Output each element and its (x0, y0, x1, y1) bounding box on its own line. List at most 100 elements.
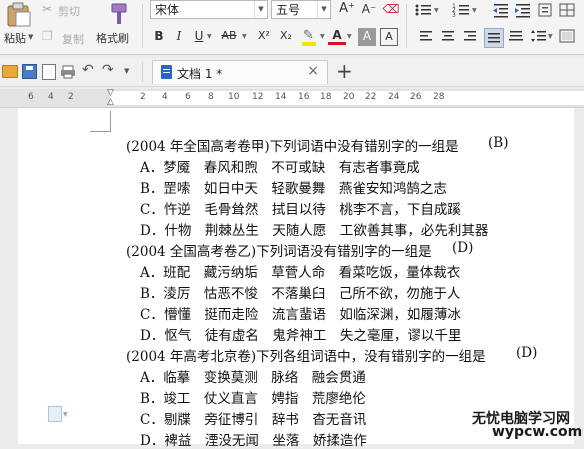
indent-icon (515, 4, 530, 18)
close-icon[interactable]: × (307, 63, 319, 79)
export-pdf-icon[interactable] (42, 64, 56, 80)
document-page[interactable]: (2004 年全国高考卷甲)下列词语中没有错别字的一组是 (B) A．梦魇 春风… (18, 108, 574, 449)
char-shading-button[interactable]: A (358, 28, 376, 46)
folder-icon[interactable] (2, 65, 18, 78)
tab-title: 文档 1 * (177, 67, 223, 81)
format-painter-label: 格式刷 (96, 32, 129, 45)
chevron-down-icon: ▼ (434, 7, 439, 14)
show-hide-button[interactable] (558, 2, 580, 18)
copy-label: 复制 (62, 33, 84, 46)
shrink-font-button[interactable]: A⁻ (360, 1, 378, 19)
redo-icon[interactable]: ↷ (102, 62, 114, 78)
align-center-button[interactable] (440, 28, 458, 46)
customize-toolbar-icon[interactable]: ▼ (124, 67, 129, 75)
shading-icon (559, 29, 575, 43)
underline-button[interactable]: U (190, 28, 208, 46)
cut-button[interactable]: ✂ 剪切 (42, 2, 94, 18)
ruler-tick-label: 20 (343, 92, 355, 102)
font-color-button[interactable]: A (328, 27, 346, 45)
undo-icon[interactable]: ↶ (82, 62, 94, 78)
superscript-button[interactable]: X² (253, 28, 275, 46)
question-1: (2004 年全国高考卷甲)下列词语中没有错别字的一组是 (126, 139, 459, 155)
option-2a: A．班配 藏污纳垢 草菅人命 看菜吃饭，量体裁衣 (140, 265, 461, 281)
shading-button[interactable] (558, 28, 580, 46)
option-1d: D．什物 荆棘丛生 天随人愿 工欲善其事，必先利其器 (140, 223, 489, 239)
bold-button[interactable]: B (150, 28, 168, 46)
print-icon[interactable] (60, 64, 76, 79)
ruler-tick-label: 6 (28, 92, 34, 102)
option-3b: B．竣工 仗义直言 娉指 荒廖绝伦 (140, 391, 366, 407)
paste-button[interactable]: 粘贴 ▼ (2, 0, 38, 50)
distributed-button[interactable] (508, 28, 526, 46)
ruler-tick-label: 4 (48, 92, 54, 102)
align-left-icon (420, 31, 432, 41)
highlighter-icon[interactable]: ✎ (300, 28, 320, 46)
strikethrough-button[interactable]: AB (217, 28, 241, 46)
margin-corner-mark (90, 111, 111, 132)
ruler-tick-label: 22 (365, 92, 377, 102)
divider (142, 62, 143, 82)
copy-icon: ❐ (42, 29, 53, 43)
chevron-down-icon[interactable]: ▼ (63, 411, 68, 418)
option-2b: B．淩厉 怙恶不悛 不落巢臼 己所不欲，勿施于人 (140, 286, 461, 302)
cut-label: 剪切 (58, 5, 80, 18)
ruler-tick-label: 2 (68, 92, 74, 102)
option-3a: A．临摹 变换莫测 脉络 融会贯通 (140, 370, 366, 386)
ruler-tick-label: 24 (388, 92, 400, 102)
new-tab-button[interactable]: + (336, 59, 353, 83)
justify-icon (488, 33, 500, 43)
align-right-button[interactable] (462, 28, 480, 46)
char-border-button[interactable]: A (380, 28, 398, 46)
chinese-layout-button[interactable] (536, 2, 556, 18)
font-size-select[interactable]: 五号 ▼ (271, 0, 331, 19)
ruler-tick-label: 26 (410, 92, 422, 102)
chevron-down-icon: ▼ (320, 33, 325, 40)
ruler-tick-label: 2 (140, 92, 146, 102)
quick-access-toolbar: ↶ ↷ ▼ 文档 1 * × + (0, 58, 584, 87)
option-2c: C．懵懂 挺而走险 流言蜚语 如临深渊，如履薄冰 (140, 307, 461, 323)
clear-format-button[interactable]: ⌫ (382, 1, 400, 19)
chevron-down-icon: ▼ (28, 33, 34, 41)
question-3-answer: (D) (516, 345, 538, 361)
ruler-tick-label: 14 (275, 92, 287, 102)
subscript-button[interactable]: X₂ (275, 28, 297, 46)
horizontal-ruler[interactable]: 6 4 2 2 4 6 8 10 12 14 16 18 20 22 24 26 28 ▽ △ (0, 89, 584, 108)
divider (406, 4, 407, 48)
increase-indent-button[interactable] (514, 2, 534, 18)
chevron-down-icon: ▼ (254, 1, 267, 18)
ruler-tick-label: 28 (433, 92, 445, 102)
option-2d: D．怄气 徒有虚名 鬼斧神工 失之毫厘，谬以千里 (140, 328, 462, 344)
copy-button[interactable]: ❐ 复制 (42, 29, 92, 46)
align-left-button[interactable] (418, 28, 436, 46)
font-name-select[interactable]: 宋体 ▼ (150, 0, 268, 19)
chevron-down-icon: ▼ (242, 33, 247, 40)
question-2: (2004 全国高考卷乙)下列词语没有错别字的一组是 (126, 244, 432, 260)
ruler-tick-label: 10 (228, 92, 240, 102)
tab-document-1[interactable]: 文档 1 * × (152, 60, 328, 84)
save-icon[interactable] (22, 64, 37, 79)
paragraph-layout-icon[interactable] (48, 406, 62, 422)
ruler-tick-label: 12 (252, 92, 264, 102)
ruler-tick-label: 16 (298, 92, 310, 102)
grow-font-button[interactable]: A⁺ (338, 1, 356, 19)
ruler-tick-label: 6 (185, 92, 191, 102)
chevron-down-icon: ▼ (548, 33, 553, 40)
decrease-indent-button[interactable] (492, 2, 512, 18)
option-3c: C．剔牒 旁征博引 辞书 杳无音讯 (140, 412, 367, 428)
document-icon (161, 65, 172, 79)
question-3: (2004 年高考北京卷)下列各组词语中，没有错别字的一组是 (126, 349, 486, 365)
indent-marker-icon[interactable]: ▽ △ (107, 89, 114, 107)
ruler-tick-label: 4 (162, 92, 168, 102)
font-size-value: 五号 (276, 3, 301, 17)
italic-button[interactable]: I (170, 28, 188, 46)
line-spacing-button[interactable]: ▼ (530, 28, 554, 46)
bullet-list-button[interactable]: ▼ (414, 2, 450, 18)
option-1b: B．罡嗦 如日中天 轻歌曼舞 燕雀安知鸿鹄之志 (140, 181, 447, 197)
justify-button[interactable] (484, 28, 504, 48)
number-list-button[interactable]: 123 ▼ (452, 2, 488, 19)
distributed-icon (509, 31, 523, 41)
chevron-down-icon: ▼ (472, 7, 477, 14)
paste-label: 粘贴 (4, 32, 26, 45)
outdent-icon (493, 4, 508, 18)
format-painter-button[interactable]: 格式刷 (96, 0, 138, 50)
